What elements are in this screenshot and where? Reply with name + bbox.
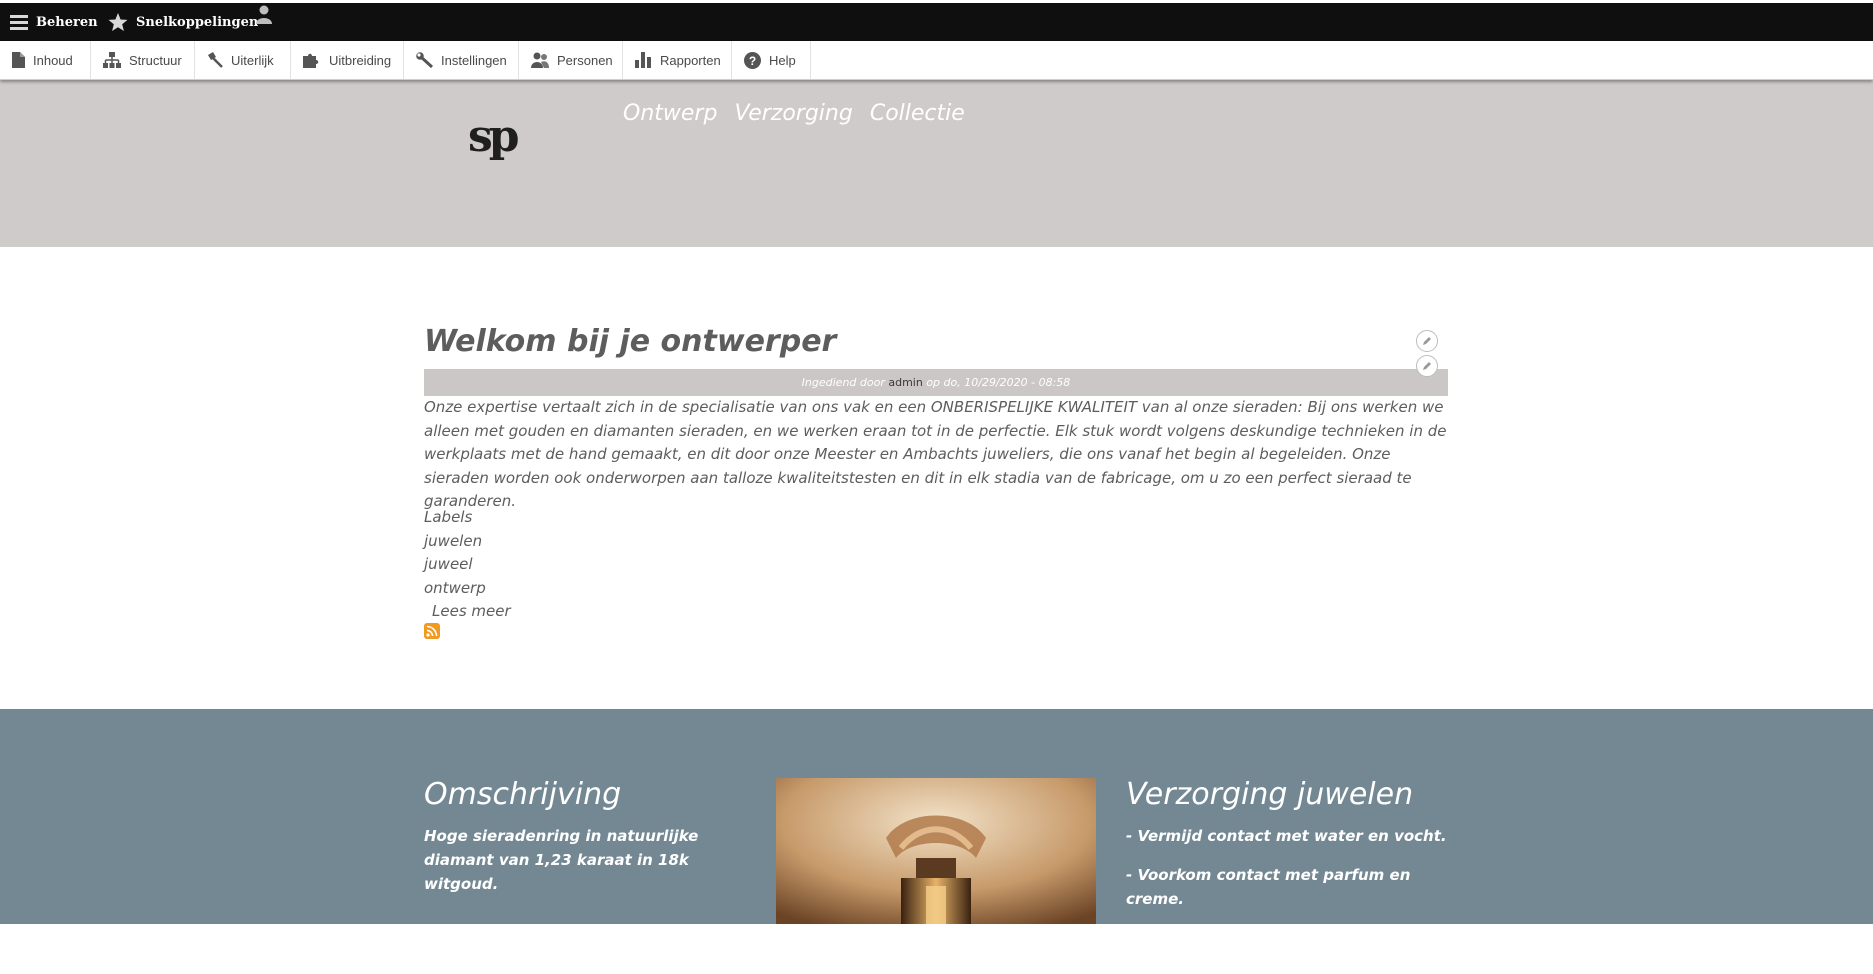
svg-text:?: ? [749,54,756,68]
tag-link[interactable]: ontwerp [424,577,511,601]
tag-link[interactable]: juwelen [424,530,511,554]
star-icon [108,12,128,31]
admin-toolbar: Beheren Snelkoppelingen [0,0,1873,41]
main-content: Welkom bij je ontwerper Ingediend door a… [424,318,1448,639]
footer-description-text: Hoge sieradenring in natuurlijke diamant… [424,827,699,893]
people-icon [531,52,549,68]
author-link[interactable]: admin [888,376,922,389]
site-footer: Omschrijving Hoge sieradenring in natuur… [0,709,1873,971]
submitted-prefix: Ingediend door [801,376,889,389]
tray-label: Instellingen [441,52,507,68]
tray-label: Personen [557,52,613,68]
tray-label: Uiterlijk [231,52,274,68]
contextual-edit-button[interactable] [1416,355,1438,377]
tray-item-configuration[interactable]: Instellingen [404,41,519,79]
submitted-suffix: op do, 10/29/2020 - 08:58 [922,376,1071,389]
tray-label: Structuur [129,52,182,68]
nav-link-ontwerp[interactable]: Ontwerp [623,101,717,126]
wrench-icon [416,52,433,68]
admin-tray: Inhoud Structuur Uiterlijk Uitbreiding I… [0,41,1873,80]
rss-icon [426,625,438,637]
care-tip: - Voorkom contact met parfum en creme. [1126,866,1411,908]
tray-label: Rapporten [660,52,721,68]
main-navigation: Ontwerp Verzorging Collectie [623,101,982,126]
sitemap-icon [103,52,121,68]
brush-icon [208,52,223,68]
shortcuts-label: Snelkoppelingen [136,14,259,30]
tag-link[interactable]: juweel [424,553,511,577]
hamburger-icon [10,15,28,30]
care-tip: - Vermijd contact met bijtende producten… [1126,929,1385,971]
rss-feed-icon[interactable] [424,623,440,639]
article-title[interactable]: Welkom bij je ontwerper [424,318,1448,366]
pencil-icon [1423,362,1431,370]
tray-item-reports[interactable]: Rapporten [623,41,732,79]
pencil-icon [1423,337,1431,345]
tags-field: Labels juwelen juweel ontwerp Lees meer [424,506,511,624]
footer-product-image [776,778,1096,924]
footer-care-title: Verzorging juwelen [1126,777,1414,812]
user-icon [256,5,272,24]
site-logo[interactable]: sp [468,109,528,165]
nav-link-collectie[interactable]: Collectie [870,101,965,126]
manage-label: Beheren [36,14,98,30]
article-body: Onze expertise vertaalt zich in de speci… [424,398,1447,511]
labels-heading: Labels [424,508,473,526]
manage-menu-button[interactable]: Beheren [10,3,98,41]
footer-care-block: Verzorging juwelen - Vermijd contact met… [1126,777,1466,974]
tray-label: Inhoud [33,52,73,68]
footer-description-block: Omschrijving Hoge sieradenring in natuur… [424,777,744,896]
puzzle-icon [303,53,319,68]
submitted-info: Ingediend door admin op do, 10/29/2020 -… [424,369,1448,396]
tray-label: Uitbreiding [329,52,392,68]
site-header: sp Ontwerp Verzorging Collectie [0,79,1873,247]
user-menu-button[interactable] [255,5,281,25]
tray-item-extend[interactable]: Uitbreiding [291,41,404,79]
footer-description-title: Omschrijving [424,777,622,812]
tray-item-structure[interactable]: Structuur [91,41,195,79]
tray-item-content[interactable]: Inhoud [0,41,91,79]
tray-label: Help [769,52,796,68]
contextual-edit-button[interactable] [1416,330,1438,352]
nav-link-verzorging[interactable]: Verzorging [734,101,852,126]
bar-chart-icon [635,52,651,68]
tray-item-people[interactable]: Personen [519,41,623,79]
tray-item-help[interactable]: ? Help [732,41,811,79]
tray-item-appearance[interactable]: Uiterlijk [195,41,291,79]
document-icon [12,52,25,68]
care-tip: - Vermijd contact met water en vocht. [1126,827,1447,845]
help-icon: ? [744,51,761,69]
read-more-link[interactable]: Lees meer [424,600,511,624]
shortcuts-menu-button[interactable]: Snelkoppelingen [108,3,258,41]
